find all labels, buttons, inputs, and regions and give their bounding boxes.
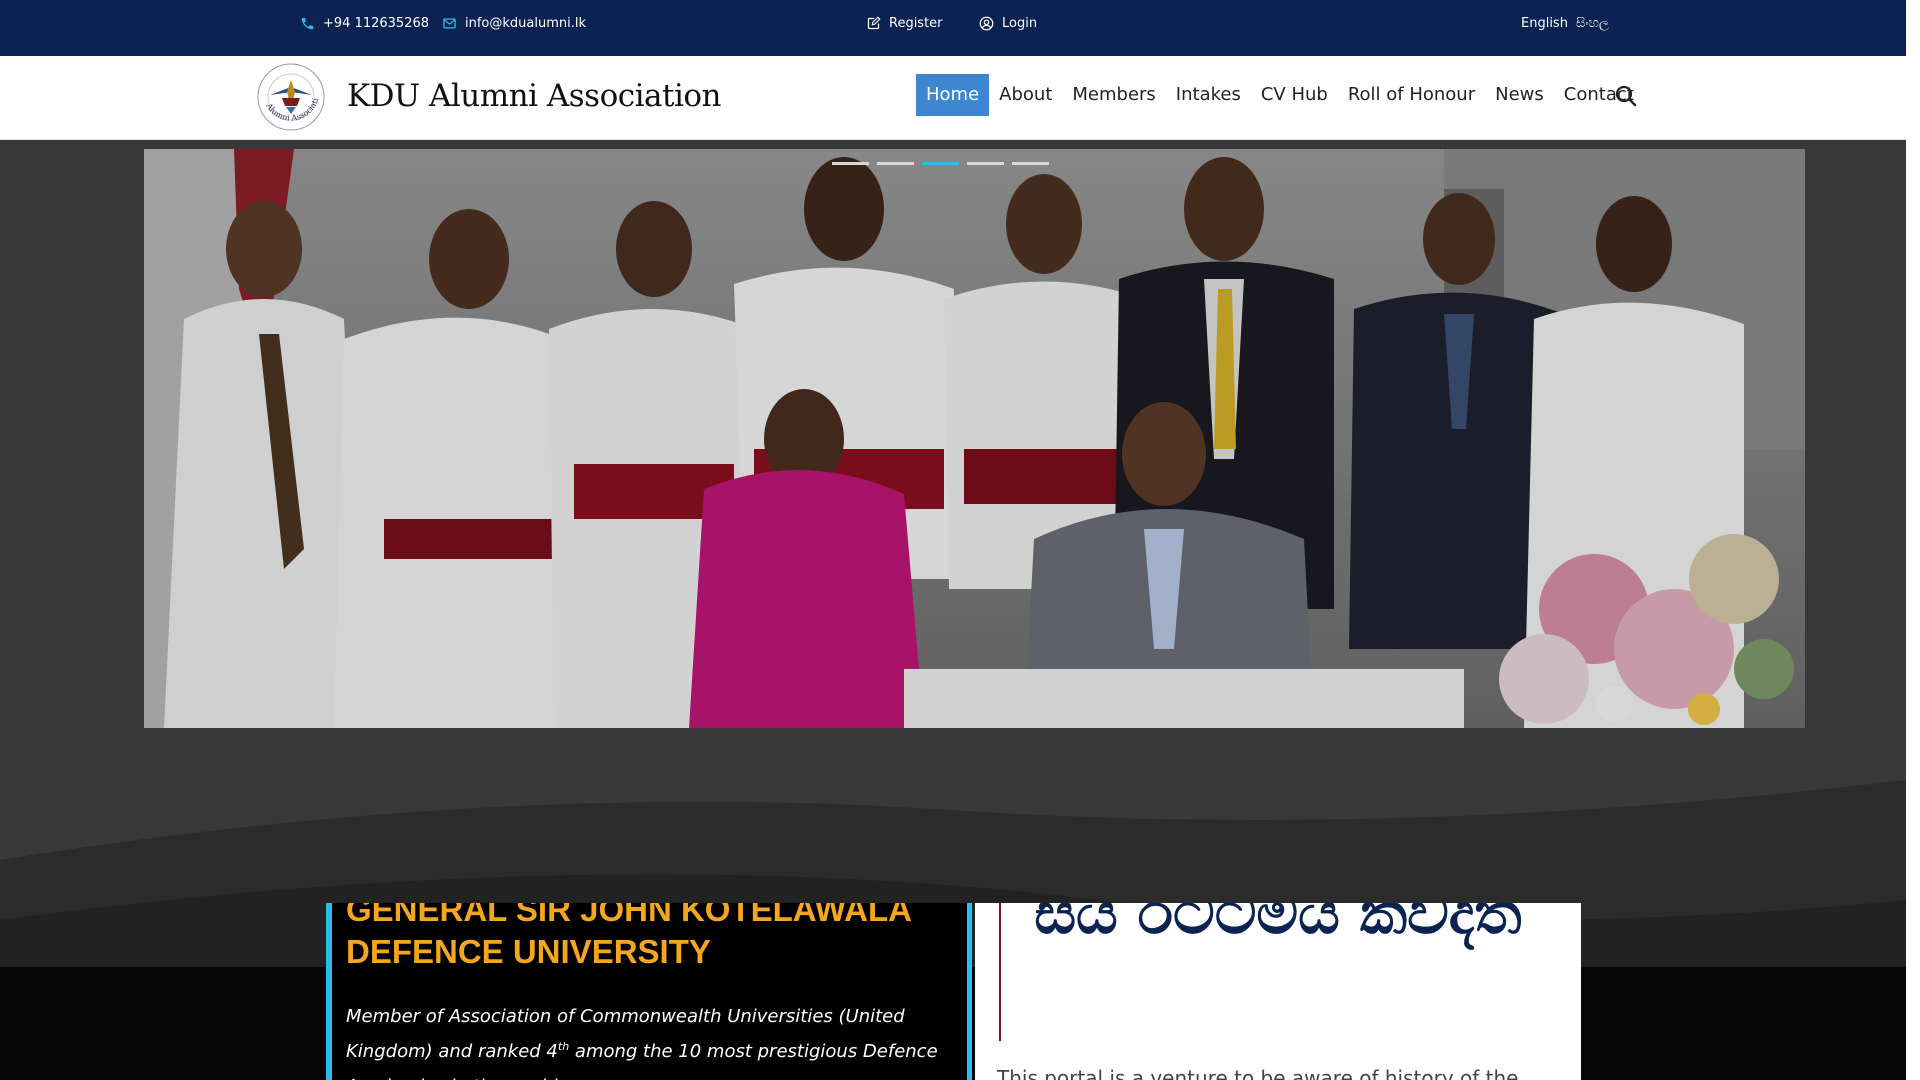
top-bar: +94 112635268 info@kdualumni.lk Register… xyxy=(0,0,1906,56)
login-text: Login xyxy=(1002,16,1038,31)
mail-icon xyxy=(443,18,456,29)
lang-si-text: සිංහල xyxy=(1576,16,1609,31)
sinhala-slogan: සිය රටටමයි කවදත් xyxy=(1034,903,1522,947)
kdu-alumni-logo[interactable]: Alumni Association xyxy=(256,62,326,132)
language-english[interactable]: English xyxy=(1521,16,1568,31)
slide-indicator-3[interactable] xyxy=(922,162,959,165)
nav-roll-of-honour[interactable]: Roll of Honour xyxy=(1338,74,1485,116)
lang-en-text: English xyxy=(1521,16,1568,31)
user-icon xyxy=(979,16,994,31)
email-link[interactable]: info@kdualumni.lk xyxy=(442,16,586,31)
nav-news[interactable]: News xyxy=(1485,74,1554,116)
login-link[interactable]: Login xyxy=(979,16,1037,31)
slide-indicator-2[interactable] xyxy=(877,162,914,165)
search-icon[interactable] xyxy=(1614,84,1638,108)
nav-members[interactable]: Members xyxy=(1062,74,1165,116)
nav-intakes[interactable]: Intakes xyxy=(1166,74,1251,116)
university-name: GENERAL SIR JOHN KOTELAWALA DEFENCE UNIV… xyxy=(346,903,911,970)
university-card: GENERAL SIR JOHN KOTELAWALA DEFENCE UNIV… xyxy=(326,903,972,1080)
university-description: Member of Association of Commonwealth Un… xyxy=(346,999,946,1080)
nav-home[interactable]: Home xyxy=(916,74,990,116)
slide-indicator-5[interactable] xyxy=(1012,162,1049,165)
portal-description: This portal is a venture to be aware of … xyxy=(997,1066,1519,1080)
slide-indicator-4[interactable] xyxy=(967,162,1004,165)
register-text: Register xyxy=(889,16,943,31)
phone-link[interactable]: +94 112635268 xyxy=(300,16,429,31)
main-menu: Home About Members Intakes CV Hub Roll o… xyxy=(916,74,1644,116)
phone-icon xyxy=(301,17,314,30)
hero-slide-photo xyxy=(144,149,1805,728)
slide-indicator-1[interactable] xyxy=(832,162,869,165)
slider-indicators xyxy=(832,162,1049,165)
nav-about[interactable]: About xyxy=(989,74,1062,116)
phone-text: +94 112635268 xyxy=(323,16,430,31)
edit-icon xyxy=(867,16,881,30)
email-text: info@kdualumni.lk xyxy=(465,16,587,31)
register-link[interactable]: Register xyxy=(866,16,943,31)
language-sinhala[interactable]: සිංහල xyxy=(1576,16,1609,31)
desc-superscript: th xyxy=(557,1040,570,1053)
main-header: Alumni Association KDU Alumni Associatio… xyxy=(0,56,1906,140)
portal-card: සිය රටටමයි කවදත් This portal is a ventur… xyxy=(975,903,1581,1080)
site-title: KDU Alumni Association xyxy=(347,78,722,114)
nav-cv-hub[interactable]: CV Hub xyxy=(1251,74,1338,116)
